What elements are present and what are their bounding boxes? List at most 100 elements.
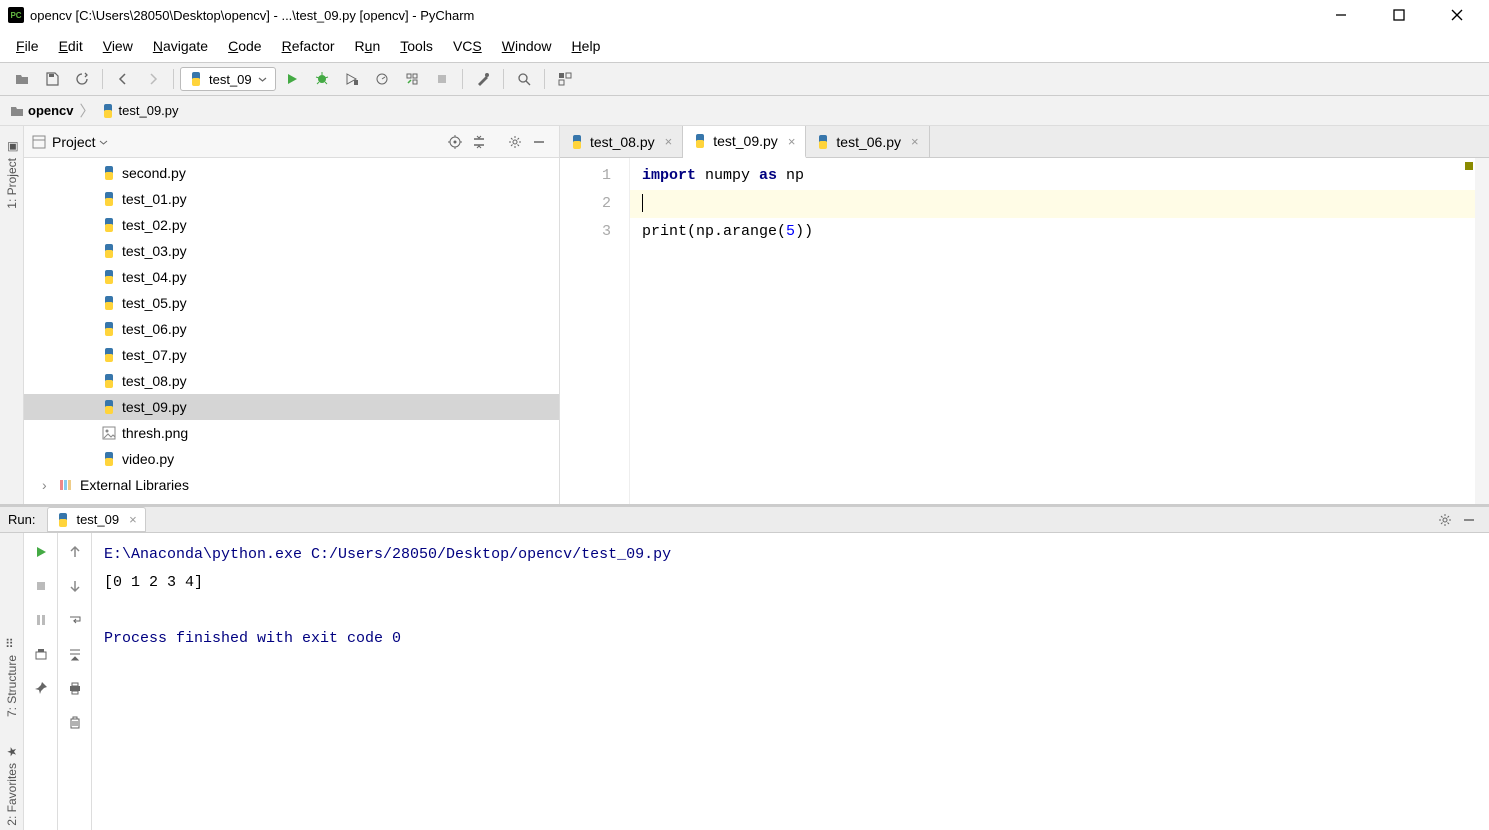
file-label: test_07.py: [122, 347, 187, 363]
run-button[interactable]: [278, 65, 306, 93]
file-label: second.py: [122, 165, 186, 181]
python-icon: [570, 135, 584, 149]
tree-file-test_05-py[interactable]: test_05.py: [24, 290, 559, 316]
expand-button[interactable]: [467, 130, 491, 154]
python-icon: [102, 452, 116, 466]
menu-help[interactable]: Help: [564, 34, 609, 58]
menu-tools[interactable]: Tools: [392, 34, 441, 58]
tree-file-test_08-py[interactable]: test_08.py: [24, 368, 559, 394]
menu-view[interactable]: View: [95, 34, 141, 58]
editor-tab-test_09-py[interactable]: test_09.py×: [683, 126, 806, 158]
text-caret: [642, 194, 643, 212]
tree-scratches[interactable]: Scratches and Consoles: [24, 498, 559, 504]
menu-run[interactable]: Run: [347, 34, 389, 58]
project-panel: Project second.py test_01.py test_02.pytes…: [24, 126, 560, 504]
locate-button[interactable]: [443, 130, 467, 154]
pin-button[interactable]: [28, 675, 54, 701]
tree-file-test_04-py[interactable]: test_04.py: [24, 264, 559, 290]
file-label: test_02.py: [122, 217, 187, 233]
menu-code[interactable]: Code: [220, 34, 269, 58]
project-view-icon: [32, 135, 46, 149]
file-label: test_04.py: [122, 269, 187, 285]
menu-file[interactable]: File: [8, 34, 47, 58]
print-button[interactable]: [62, 675, 88, 701]
close-icon[interactable]: ×: [911, 134, 919, 149]
tree-file-thresh-png[interactable]: thresh.png: [24, 420, 559, 446]
run-hide-button[interactable]: [1457, 508, 1481, 532]
profile-button[interactable]: [368, 65, 396, 93]
menu-edit[interactable]: Edit: [51, 34, 91, 58]
tool-tab-structure[interactable]: 7: Structure⠿: [3, 633, 21, 721]
project-title[interactable]: Project: [52, 134, 443, 150]
menu-window[interactable]: Window: [494, 34, 560, 58]
tool-tab-favorites[interactable]: 2: Favorites★: [3, 741, 21, 830]
editor-tab-test_08-py[interactable]: test_08.py ×: [560, 126, 683, 157]
breadcrumb-file[interactable]: test_09.py: [101, 103, 179, 118]
stop-button[interactable]: [428, 65, 456, 93]
gear-button[interactable]: [503, 130, 527, 154]
python-icon: [693, 134, 707, 148]
file-label: thresh.png: [122, 425, 188, 441]
code-editor[interactable]: 123 import numpy as np print(np.arange(5…: [560, 158, 1489, 504]
up-button[interactable]: [62, 539, 88, 565]
tree-file-video-py[interactable]: video.py: [24, 446, 559, 472]
structure-button[interactable]: [551, 65, 579, 93]
scroll-to-end-button[interactable]: [62, 641, 88, 667]
tree-file-test_01-py[interactable]: test_01.py: [24, 186, 559, 212]
settings-button[interactable]: [469, 65, 497, 93]
tree-file-test_07-py[interactable]: test_07.py: [24, 342, 559, 368]
tree-file-test_02-py[interactable]: test_02.py: [24, 212, 559, 238]
close-icon[interactable]: ×: [665, 134, 673, 149]
chevron-down-icon: [99, 138, 108, 147]
python-icon: [816, 135, 830, 149]
tab-label: test_08.py: [590, 134, 655, 150]
search-button[interactable]: [510, 65, 538, 93]
run-panel: Run: test_09 × 7: Structure⠿ 2: Favorite…: [0, 504, 1489, 757]
run-tab[interactable]: test_09 ×: [47, 507, 145, 532]
debug-button[interactable]: [308, 65, 336, 93]
python-icon: [101, 104, 115, 118]
clear-button[interactable]: [62, 709, 88, 735]
hide-button[interactable]: [527, 130, 551, 154]
menu-navigate[interactable]: Navigate: [145, 34, 216, 58]
save-button[interactable]: [38, 65, 66, 93]
close-icon[interactable]: ×: [129, 512, 137, 527]
tree-file-test_06-py[interactable]: test_06.py: [24, 316, 559, 342]
concurrent-button[interactable]: [398, 65, 426, 93]
maximize-button[interactable]: [1379, 3, 1419, 27]
pause-button[interactable]: [28, 607, 54, 633]
project-header: Project: [24, 126, 559, 158]
sync-button[interactable]: [68, 65, 96, 93]
project-tree[interactable]: second.py test_01.py test_02.py test_03.pyt…: [24, 158, 559, 504]
open-button[interactable]: [8, 65, 36, 93]
menu-refactor[interactable]: Refactor: [274, 34, 343, 58]
rerun-button[interactable]: [28, 539, 54, 565]
stop-run-button[interactable]: [28, 573, 54, 599]
image-icon: [102, 426, 116, 440]
breadcrumb-separator: 〉: [80, 100, 95, 121]
breadcrumb-project[interactable]: opencv: [10, 103, 74, 118]
file-label: test_05.py: [122, 295, 187, 311]
coverage-button[interactable]: [338, 65, 366, 93]
tree-file-test_09-py[interactable]: test_09.py: [24, 394, 559, 420]
down-button[interactable]: [62, 573, 88, 599]
tree-external-libs[interactable]: › External Libraries: [24, 472, 559, 498]
tool-tab-project[interactable]: 1: Project▣: [3, 136, 21, 213]
window-titlebar: PC opencv [C:\Users\28050\Desktop\opencv…: [0, 0, 1489, 30]
close-button[interactable]: [1437, 3, 1477, 27]
forward-button[interactable]: [139, 65, 167, 93]
close-icon[interactable]: ×: [788, 134, 796, 149]
tree-file-second-py[interactable]: second.py: [24, 160, 559, 186]
softwrap-button[interactable]: [62, 607, 88, 633]
menu-vcs[interactable]: VCS: [445, 34, 490, 58]
run-config-selector[interactable]: test_09: [180, 67, 276, 91]
tree-file-test_03-py[interactable]: test_03.py: [24, 238, 559, 264]
dump-button[interactable]: [28, 641, 54, 667]
editor-tab-test_06-py[interactable]: test_06.py×: [806, 126, 929, 157]
run-gear-button[interactable]: [1433, 508, 1457, 532]
minimize-button[interactable]: [1321, 3, 1361, 27]
left-tool-strip-lower: 7: Structure⠿ 2: Favorites★: [0, 533, 24, 830]
console-output[interactable]: E:\Anaconda\python.exe C:/Users/28050/De…: [92, 533, 1489, 830]
toolbar: test_09: [0, 62, 1489, 96]
back-button[interactable]: [109, 65, 137, 93]
